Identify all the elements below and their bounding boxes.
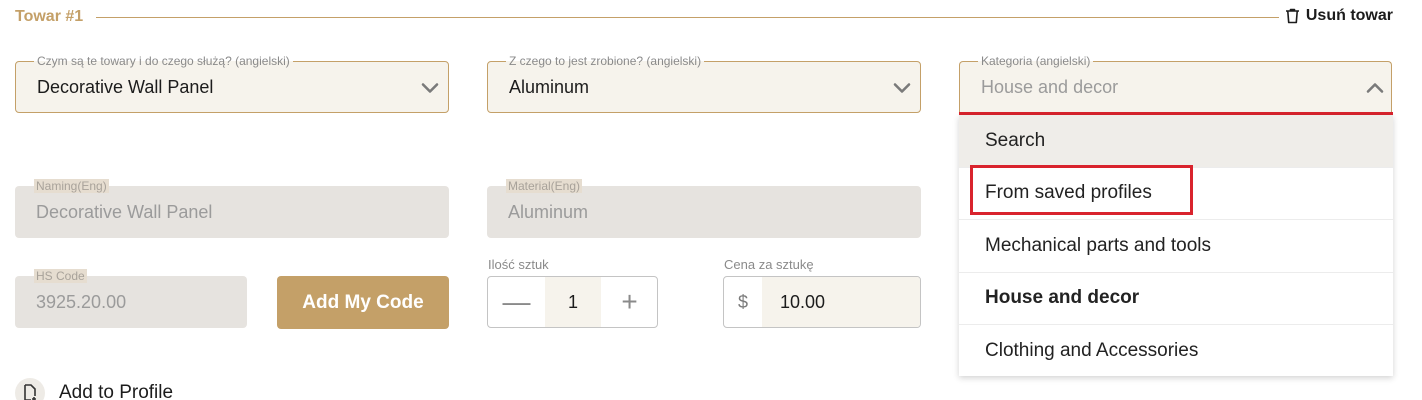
- category-dropdown-menu: Search From saved profiles Mechanical pa…: [959, 115, 1393, 376]
- menu-item-saved-profiles[interactable]: From saved profiles: [959, 168, 1393, 220]
- price-input[interactable]: 10.00: [762, 277, 920, 327]
- add-my-code-button[interactable]: Add My Code: [277, 276, 449, 329]
- quantity-label: Ilość sztuk: [488, 257, 549, 272]
- goods-description-legend: Czym są te towary i do czego służą? (ang…: [34, 54, 293, 68]
- product-form: Towar #1 Usuń towar Czym są te towary i …: [0, 0, 1422, 400]
- price-field: $ 10.00: [723, 276, 921, 328]
- remove-item-label: Usuń towar: [1305, 7, 1393, 24]
- goods-description-select[interactable]: Czym są te towary i do czego służą? (ang…: [15, 54, 449, 113]
- decrement-button[interactable]: —: [488, 277, 545, 327]
- increment-button[interactable]: +: [601, 277, 658, 327]
- menu-item-house-decor[interactable]: House and decor: [959, 273, 1393, 325]
- goods-description-value: Decorative Wall Panel: [37, 77, 214, 97]
- trash-icon: [1285, 8, 1299, 24]
- material-eng-value: Aluminum: [508, 202, 589, 222]
- category-select[interactable]: Kategoria (angielski) House and decor: [959, 54, 1392, 114]
- price-label: Cena za sztukę: [724, 257, 814, 272]
- add-to-profile-label: Add to Profile: [59, 382, 174, 400]
- material-legend: Z czego to jest zrobione? (angielski): [506, 54, 705, 68]
- material-eng-field: Material(Eng) Aluminum: [487, 179, 921, 238]
- currency-symbol: $: [737, 291, 748, 312]
- chevron-up-icon: [1366, 83, 1384, 93]
- material-value: Aluminum: [509, 77, 590, 97]
- remove-item-button[interactable]: Usuń towar: [1285, 7, 1393, 25]
- header-divider: [96, 17, 1279, 18]
- menu-item-search[interactable]: Search: [959, 115, 1393, 168]
- chevron-down-icon: [421, 83, 439, 93]
- menu-item-mechanical-parts[interactable]: Mechanical parts and tools: [959, 220, 1393, 273]
- naming-label: Naming(Eng): [34, 179, 109, 193]
- hs-code-field: HS Code 3925.20.00: [15, 269, 247, 328]
- naming-field: Naming(Eng) Decorative Wall Panel: [15, 179, 449, 238]
- hs-code-value: 3925.20.00: [36, 292, 127, 312]
- naming-value: Decorative Wall Panel: [36, 202, 213, 222]
- add-to-profile-button[interactable]: Add to Profile: [15, 378, 173, 400]
- material-select[interactable]: Z czego to jest zrobione? (angielski) Al…: [487, 54, 921, 113]
- menu-item-clothing[interactable]: Clothing and Accessories: [959, 325, 1393, 378]
- quantity-value[interactable]: 1: [545, 277, 601, 327]
- category-value: House and decor: [981, 77, 1119, 97]
- hs-code-label: HS Code: [34, 269, 87, 283]
- document-add-icon: [15, 378, 45, 400]
- material-eng-label: Material(Eng): [506, 179, 583, 193]
- quantity-stepper: — 1 +: [487, 276, 658, 328]
- chevron-down-icon: [893, 83, 911, 93]
- item-title: Towar #1: [15, 8, 84, 25]
- category-legend: Kategoria (angielski): [978, 54, 1094, 68]
